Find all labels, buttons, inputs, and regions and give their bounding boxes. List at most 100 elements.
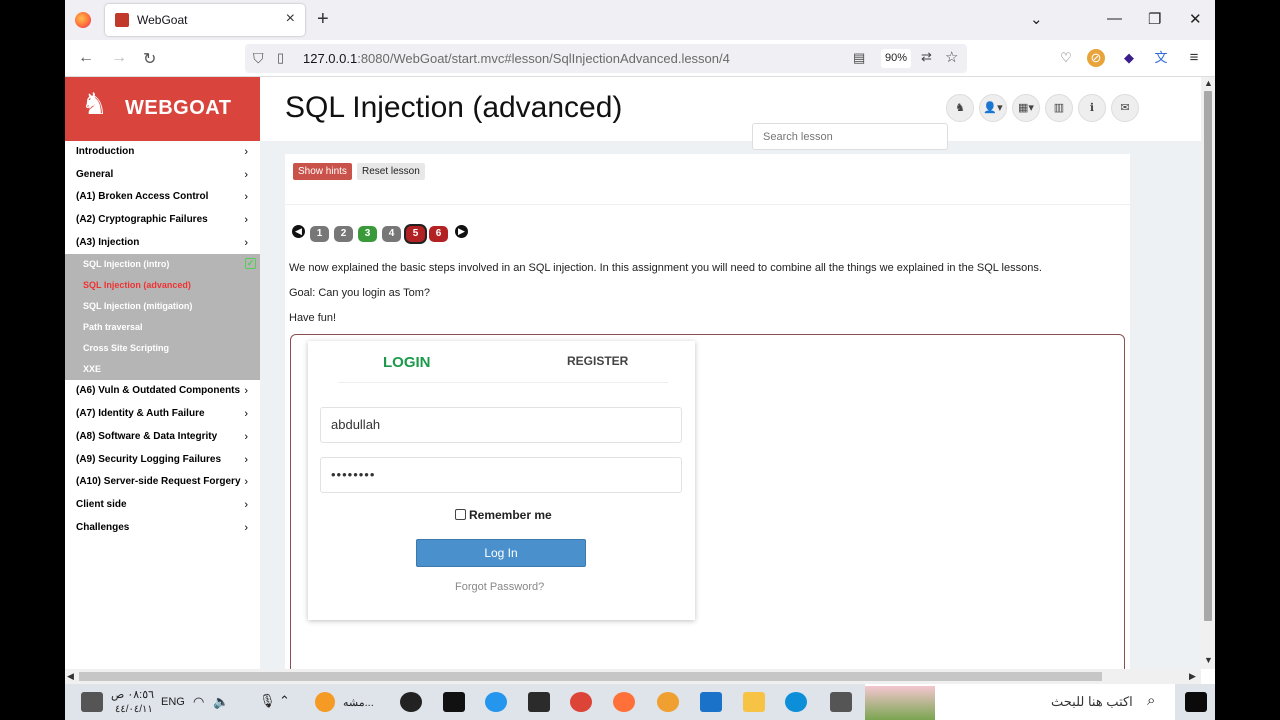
app-yellow-icon[interactable] <box>657 692 679 712</box>
firefox-icon[interactable] <box>75 12 91 28</box>
terminal-icon[interactable] <box>443 692 465 712</box>
list-all-tabs-icon[interactable]: ⌄ <box>1030 10 1043 28</box>
docker-icon[interactable] <box>485 692 507 712</box>
next-page-icon[interactable]: ▶ <box>455 225 468 238</box>
mail-icon[interactable] <box>700 692 722 712</box>
login-card: LOGIN REGISTER abdullah •••••••• Remembe… <box>308 341 695 620</box>
new-tab-icon[interactable]: + <box>317 8 329 31</box>
firefox-taskbar-icon[interactable] <box>613 692 635 712</box>
previous-page-icon[interactable]: ◀ <box>292 225 305 238</box>
menu-item[interactable]: Client side › <box>65 494 260 517</box>
tab-login[interactable]: LOGIN <box>383 354 431 371</box>
page-link[interactable]: 4 <box>382 226 401 242</box>
page-link[interactable]: 6 <box>429 226 448 242</box>
menu-item[interactable]: General › <box>65 164 260 187</box>
menu-item[interactable]: Challenges › <box>65 517 260 540</box>
menu-item[interactable]: (A3) Injection › <box>65 232 260 255</box>
show-hints-button[interactable]: Show hints <box>293 163 352 180</box>
password-field[interactable]: •••••••• <box>320 457 682 493</box>
submenu-item[interactable]: Cross Site Scripting <box>65 338 260 359</box>
language-flag-icon[interactable]: ▦▾ <box>1012 94 1040 122</box>
taskbar-search-box[interactable]: اكتب هنا للبحث ⌕ <box>865 684 1175 720</box>
app-orange-icon[interactable] <box>315 692 335 712</box>
page-link-current[interactable]: 5 <box>406 226 425 242</box>
edge-icon[interactable] <box>785 692 807 712</box>
submenu-item[interactable]: SQL Injection (mitigation) <box>65 296 260 317</box>
task-view-icon[interactable] <box>830 692 852 712</box>
contact-mail-icon[interactable]: ✉ <box>1111 94 1139 122</box>
webgoat-home-icon[interactable]: ♞ <box>946 94 974 122</box>
forward-icon[interactable]: → <box>111 49 127 67</box>
close-window-icon[interactable]: ✕ <box>1189 10 1202 28</box>
user-menu-icon[interactable]: 👤▾ <box>979 94 1007 122</box>
clock-time[interactable]: ٠٨:٥٦ ص <box>111 688 154 701</box>
chrome-icon[interactable] <box>570 692 592 712</box>
horizontal-scroll-thumb[interactable] <box>79 672 1102 681</box>
translate-icon[interactable]: ⇄ <box>921 49 932 65</box>
remember-me-checkbox[interactable]: Remember me <box>455 508 552 522</box>
page-link[interactable]: 3 <box>358 226 377 242</box>
scroll-right-icon[interactable]: ▶ <box>1189 671 1196 682</box>
login-button[interactable]: Log In <box>416 539 586 567</box>
zoom-level[interactable]: 90% <box>881 49 911 68</box>
username-field[interactable]: abdullah <box>320 407 682 443</box>
clock-date[interactable]: ٤٤/٠٤/١١ <box>115 704 153 715</box>
search-lesson-input[interactable] <box>752 123 948 150</box>
forgot-password-link[interactable]: Forgot Password? <box>455 581 544 593</box>
submenu-item[interactable]: XXE <box>65 359 260 380</box>
reader-view-icon[interactable]: ▤ <box>853 50 865 66</box>
reload-icon[interactable]: ↻ <box>143 49 156 69</box>
submenu-item[interactable]: SQL Injection (intro) ✓ <box>65 254 260 275</box>
scroll-left-icon[interactable]: ◀ <box>67 671 74 682</box>
url-text[interactable]: 127.0.0.1:8080/WebGoat/start.mvc#lesson/… <box>303 51 730 66</box>
bookmark-star-icon[interactable]: ☆ <box>945 48 958 66</box>
page-link[interactable]: 1 <box>310 226 329 242</box>
mic-icon[interactable]: 🎙 <box>259 693 276 709</box>
vertical-scroll-thumb[interactable] <box>1204 91 1212 621</box>
report-card-icon[interactable]: ▥ <box>1045 94 1073 122</box>
extension-purple-icon[interactable]: ◆ <box>1120 49 1138 67</box>
menu-item[interactable]: (A1) Broken Access Control › <box>65 186 260 209</box>
menu-item[interactable]: (A6) Vuln & Outdated Components › <box>65 380 260 403</box>
menu-item[interactable]: (A9) Security Logging Failures › <box>65 449 260 472</box>
menu-item[interactable]: (A10) Server-side Request Forgery › <box>65 471 260 494</box>
submenu-item-active[interactable]: SQL Injection (advanced) <box>65 275 260 296</box>
menu-item[interactable]: (A7) Identity & Auth Failure › <box>65 403 260 426</box>
file-explorer-icon[interactable] <box>743 692 765 712</box>
menu-icon[interactable]: ≡ <box>1185 49 1203 67</box>
obs-icon[interactable] <box>400 692 422 712</box>
checkbox-icon[interactable] <box>455 509 466 520</box>
vertical-scrollbar[interactable]: ▲ ▼ <box>1201 77 1215 669</box>
close-tab-icon[interactable]: × <box>286 10 295 28</box>
browser-tab[interactable]: WebGoat × <box>105 4 305 36</box>
restore-icon[interactable]: ❐ <box>1148 10 1161 28</box>
scroll-down-icon[interactable]: ▼ <box>1204 655 1213 665</box>
extension-translate-icon[interactable]: 文 <box>1152 49 1170 67</box>
tab-register[interactable]: REGISTER <box>567 354 628 368</box>
shield-icon[interactable]: ⛉ <box>253 50 264 67</box>
about-info-icon[interactable]: ℹ <box>1078 94 1106 122</box>
language-indicator[interactable]: ENG <box>161 696 185 708</box>
powershell-icon[interactable] <box>528 692 550 712</box>
minimize-icon[interactable]: — <box>1107 10 1122 27</box>
scroll-up-icon[interactable]: ▲ <box>1204 78 1213 88</box>
volume-icon[interactable]: 🔈 <box>213 694 229 710</box>
address-bar[interactable]: ⛉ ▯ 127.0.0.1:8080/WebGoat/start.mvc#les… <box>245 44 967 73</box>
page-link[interactable]: 2 <box>334 226 353 242</box>
extension-orange-icon[interactable]: ⊘ <box>1087 49 1105 67</box>
windows-start-icon[interactable] <box>1185 692 1207 712</box>
menu-item[interactable]: (A2) Cryptographic Failures › <box>65 209 260 232</box>
back-icon[interactable]: ← <box>78 49 94 67</box>
pocket-icon[interactable]: ♡ <box>1057 49 1075 67</box>
submenu-item[interactable]: Path traversal <box>65 317 260 338</box>
wifi-icon[interactable]: ◠ <box>193 694 204 710</box>
horizontal-scrollbar[interactable]: ◀ ▶ <box>65 669 1201 684</box>
taskbar-app-label[interactable]: مشه... <box>343 696 374 709</box>
brand-header[interactable]: ♞ WEBGOAT <box>65 77 260 141</box>
notification-icon[interactable] <box>81 692 103 712</box>
menu-item[interactable]: (A8) Software & Data Integrity › <box>65 426 260 449</box>
menu-item[interactable]: Introduction › <box>65 141 260 164</box>
show-hidden-icons-icon[interactable]: ⌃ <box>279 693 290 709</box>
assignment-panel: LOGIN REGISTER abdullah •••••••• Remembe… <box>290 334 1125 669</box>
reset-lesson-button[interactable]: Reset lesson <box>357 163 425 180</box>
